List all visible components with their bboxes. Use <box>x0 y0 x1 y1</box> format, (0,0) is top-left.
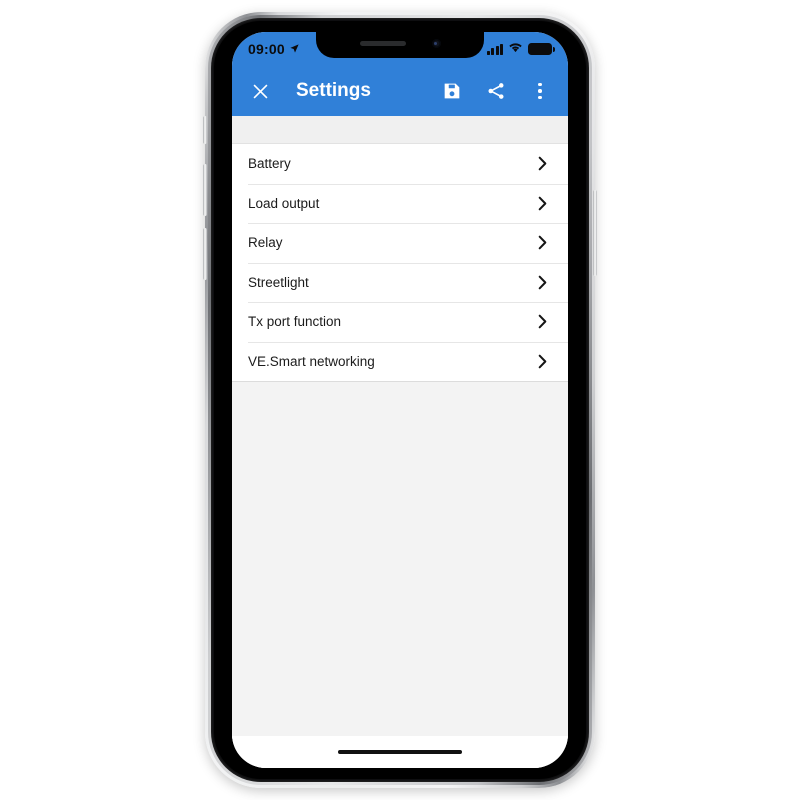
list-item-label: Streetlight <box>248 274 309 290</box>
list-item-label: Load output <box>248 195 320 211</box>
settings-list: Battery Load output Relay Streetlight Tx… <box>232 144 568 382</box>
app-bar-actions <box>440 79 554 103</box>
settings-item-ve-smart-networking[interactable]: VE.Smart networking <box>232 341 568 381</box>
app-bar: Settings <box>232 66 568 116</box>
mute-switch-button[interactable] <box>203 116 207 144</box>
chevron-right-icon <box>534 155 550 173</box>
chevron-right-icon <box>534 352 550 370</box>
wifi-icon <box>508 40 523 58</box>
phone-screen: 09:00 Settings Battery Load output Relay… <box>232 32 568 768</box>
share-icon <box>488 83 504 99</box>
chevron-right-icon <box>534 273 550 291</box>
more-vertical-icon <box>538 89 542 93</box>
close-button[interactable] <box>246 77 274 105</box>
status-bar-time: 09:00 <box>248 41 285 57</box>
cellular-signal-icon <box>486 43 503 55</box>
phone-device: 09:00 Settings Battery Load output Relay… <box>203 12 597 788</box>
settings-item-battery[interactable]: Battery <box>232 144 568 184</box>
chevron-right-icon <box>534 234 550 252</box>
page-title: Settings <box>296 80 371 101</box>
volume-down-button[interactable] <box>203 228 207 280</box>
share-button[interactable] <box>484 79 508 103</box>
list-item-label: Battery <box>248 156 291 172</box>
more-vertical-icon <box>538 82 542 87</box>
settings-item-relay[interactable]: Relay <box>232 223 568 263</box>
status-bar-right <box>486 40 555 58</box>
home-indicator-area <box>232 736 568 768</box>
settings-item-load-output[interactable]: Load output <box>232 183 568 223</box>
overflow-menu-button[interactable] <box>528 79 552 103</box>
power-button[interactable] <box>593 190 597 276</box>
empty-content-area <box>232 382 568 736</box>
save-button[interactable] <box>440 79 464 103</box>
list-item-label: Tx port function <box>248 314 342 330</box>
list-item-label: Relay <box>248 235 283 251</box>
location-arrow-icon <box>289 41 300 57</box>
volume-up-button[interactable] <box>203 164 207 216</box>
home-indicator[interactable] <box>338 749 462 755</box>
earpiece-speaker-icon <box>359 41 406 46</box>
settings-item-tx-port-function[interactable]: Tx port function <box>232 302 568 342</box>
battery-full-icon <box>528 43 555 55</box>
settings-content: Battery Load output Relay Streetlight Tx… <box>232 116 568 768</box>
chevron-right-icon <box>534 194 550 212</box>
status-bar-left: 09:00 <box>248 41 300 57</box>
more-vertical-icon <box>538 95 542 100</box>
save-floppy-icon <box>444 83 460 99</box>
chevron-right-icon <box>534 313 550 331</box>
list-item-label: VE.Smart networking <box>248 353 375 369</box>
close-icon <box>253 84 267 98</box>
settings-item-streetlight[interactable]: Streetlight <box>232 262 568 302</box>
content-top-spacer <box>232 116 568 144</box>
front-camera-icon <box>431 39 441 48</box>
screenshot-canvas: 09:00 Settings Battery Load output Relay… <box>0 0 800 800</box>
phone-notch <box>316 32 484 58</box>
